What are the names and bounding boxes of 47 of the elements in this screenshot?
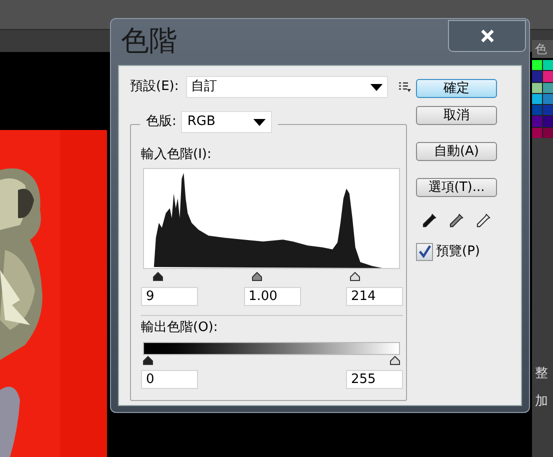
color-swatch[interactable]: [543, 105, 553, 116]
color-swatch[interactable]: [543, 71, 553, 82]
menu-icon[interactable]: [399, 82, 411, 92]
preset-dropdown[interactable]: 自訂: [186, 76, 388, 98]
window-title: 色階: [121, 23, 177, 59]
eyedropper-icon[interactable]: [476, 213, 491, 228]
color-swatch[interactable]: [532, 82, 542, 93]
color-swatch[interactable]: [532, 94, 542, 104]
dialog-button[interactable]: 自動(A): [416, 142, 497, 161]
color-swatch[interactable]: [532, 128, 542, 138]
channel-label: 色版:: [146, 113, 176, 132]
value-field[interactable]: 255: [346, 370, 403, 389]
dialog-button[interactable]: 選項(T)...: [416, 178, 497, 197]
color-swatch[interactable]: [532, 116, 542, 127]
value-field[interactable]: 0: [141, 370, 198, 389]
color-swatch[interactable]: [543, 94, 553, 104]
close-button[interactable]: [448, 20, 526, 52]
panel-tab[interactable]: 色: [532, 40, 553, 58]
input-levels-label: 輸入色階(I):: [141, 147, 212, 163]
panel-label: 加: [534, 393, 549, 411]
color-swatch[interactable]: [543, 128, 553, 138]
dialog-button[interactable]: 確定: [416, 79, 497, 98]
slider-handle[interactable]: [152, 272, 163, 281]
color-swatch[interactable]: [532, 71, 542, 82]
color-swatch[interactable]: [532, 60, 542, 70]
channel-dropdown[interactable]: RGB: [181, 111, 272, 133]
dialog-button[interactable]: 取消: [416, 106, 497, 125]
value-field[interactable]: 9: [141, 287, 198, 306]
close-icon: [480, 29, 494, 43]
output-levels-label: 輸出色階(O):: [141, 320, 219, 336]
value-field[interactable]: 1.00: [244, 287, 300, 306]
color-swatch[interactable]: [543, 116, 553, 127]
preview-checkbox[interactable]: [416, 242, 433, 261]
color-swatch[interactable]: [532, 105, 542, 116]
color-swatch[interactable]: [543, 82, 553, 93]
slider-handle[interactable]: [252, 272, 262, 281]
preset-label: 預設(E):: [130, 78, 180, 96]
eyedropper-icon[interactable]: [449, 213, 464, 228]
color-swatch[interactable]: [543, 60, 553, 70]
check-icon: [418, 245, 431, 258]
caret-icon: [253, 118, 266, 126]
preview-label: 預覽(P): [436, 243, 480, 261]
caret-icon: [370, 84, 383, 90]
slider-handle[interactable]: [350, 272, 360, 281]
value-field[interactable]: 214: [346, 287, 403, 306]
panel-label: 整: [534, 365, 549, 383]
eyedropper-icon[interactable]: [422, 213, 437, 228]
